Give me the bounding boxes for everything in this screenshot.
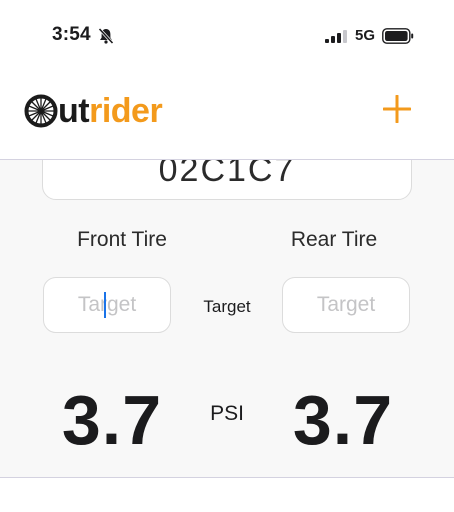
battery-icon — [382, 28, 414, 44]
rear-tire-label: Rear Tire — [290, 228, 378, 251]
front-tire-label: Front Tire — [77, 228, 167, 251]
tire-pressure-card: 02C1C7 Front Tire Rear Tire Target 3.7 P… — [0, 160, 454, 477]
logo-text-dark: ut — [58, 92, 90, 130]
sensor-id-field[interactable]: 02C1C7 — [42, 160, 412, 200]
pressure-unit: PSI — [210, 402, 244, 425]
cellular-signal-icon — [325, 30, 347, 43]
rear-pressure-value: 3.7 — [292, 381, 394, 459]
silent-mode-icon — [98, 27, 114, 45]
network-type: 5G — [355, 27, 376, 44]
logo-text-orange: rider — [89, 92, 163, 130]
rear-target-input[interactable] — [282, 277, 410, 333]
front-target-input[interactable] — [43, 277, 171, 333]
sensor-id-text: 02C1C7 — [158, 160, 296, 189]
bike-wheel-icon — [24, 94, 58, 128]
card-divider — [0, 477, 454, 478]
front-pressure-value: 3.7 — [61, 381, 163, 459]
status-time: 3:54 — [52, 24, 91, 45]
app-logo: ut rider — [24, 92, 163, 130]
plus-icon[interactable] — [383, 95, 411, 123]
target-label: Target — [203, 297, 251, 316]
text-cursor — [104, 292, 106, 318]
